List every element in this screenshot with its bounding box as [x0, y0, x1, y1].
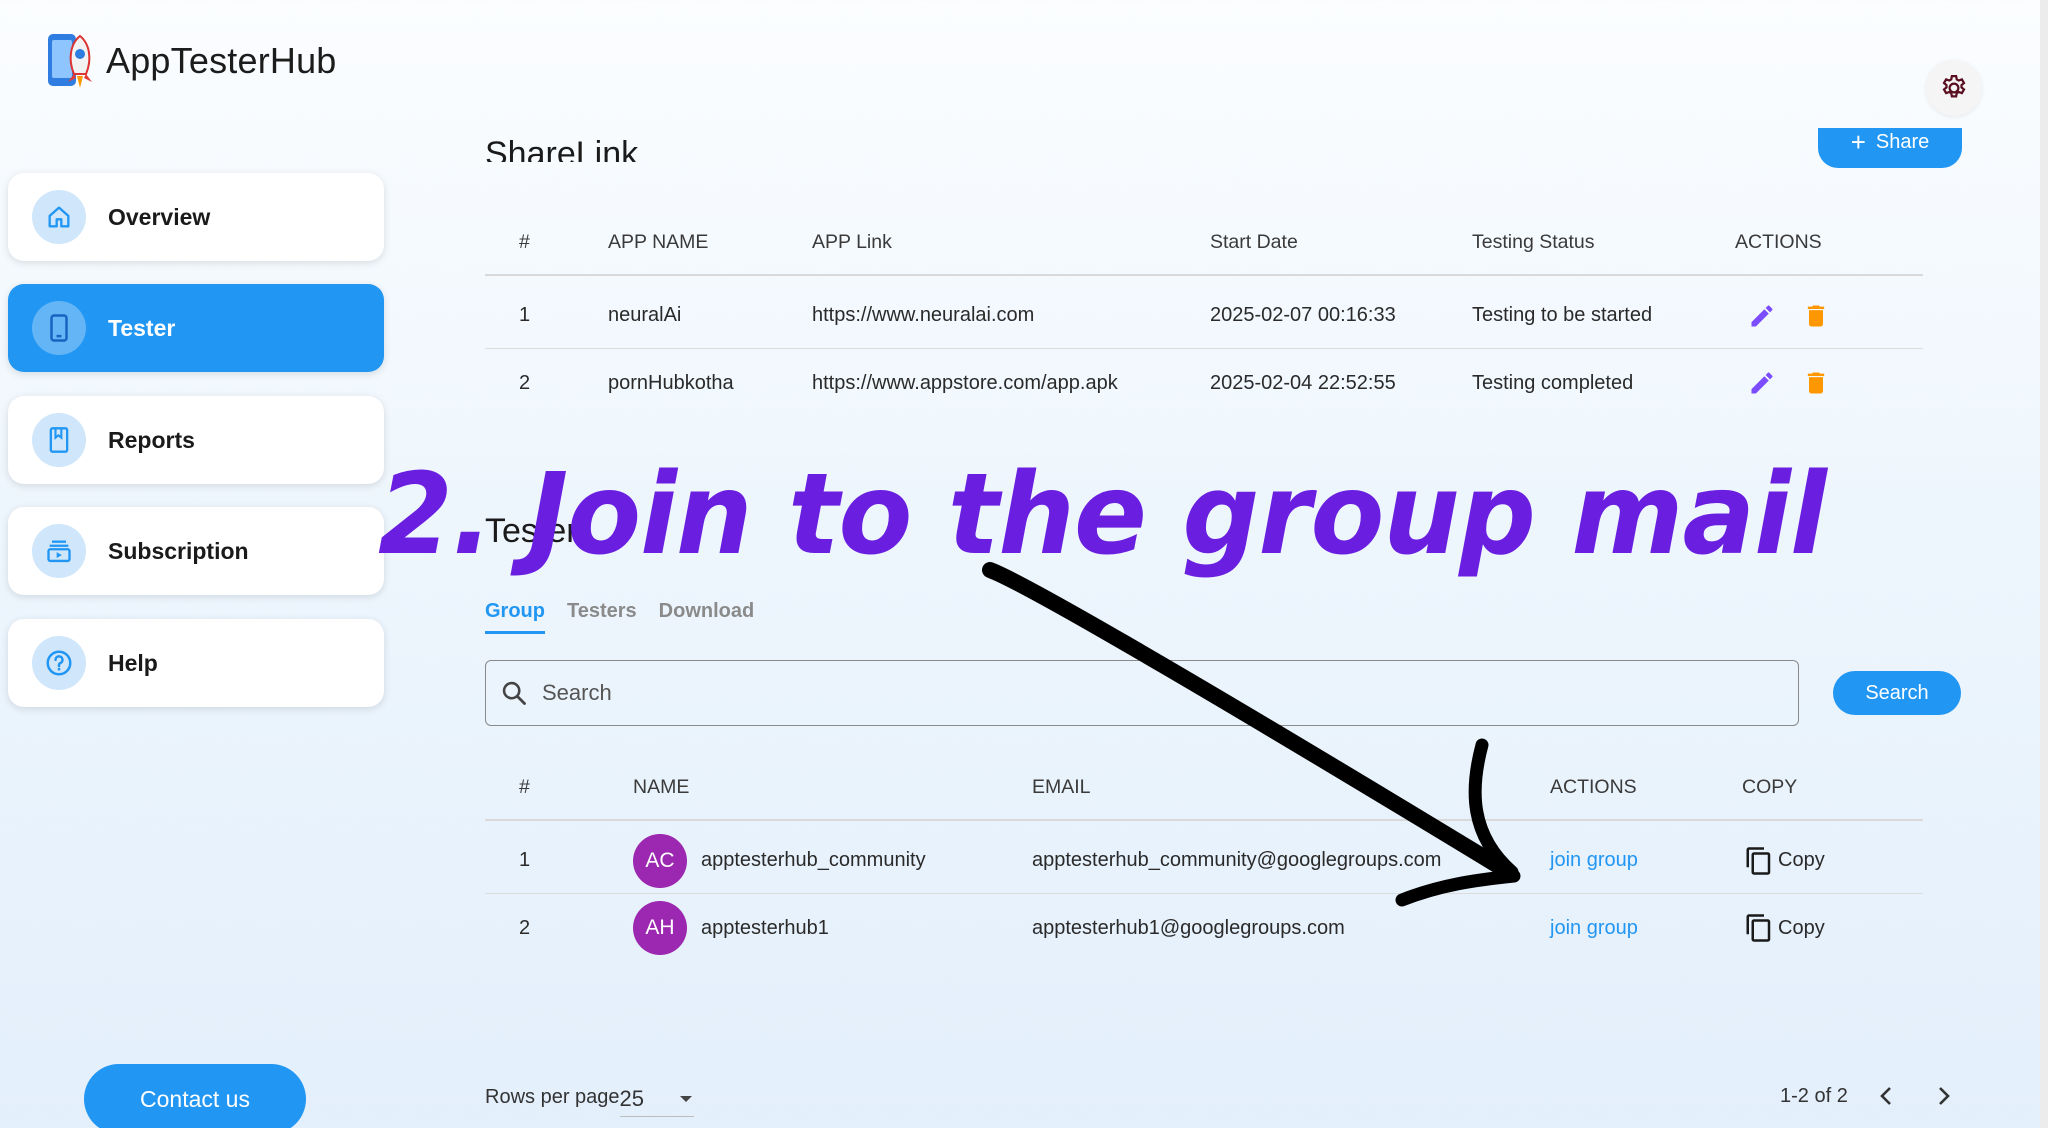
group-name: apptesterhub_community [701, 849, 926, 871]
search-icon [502, 681, 526, 705]
sharelink-title: ShareLink [485, 135, 639, 162]
page-range: 1-2 of 2 [1780, 1084, 1848, 1107]
search-field[interactable] [485, 660, 1799, 726]
sidebar-item-overview[interactable]: Overview [8, 173, 384, 261]
app-name-cell: neuralAi [608, 304, 682, 326]
subscription-icon [32, 524, 86, 578]
tutorial-overlay-text: 2. Join to the group mail [378, 450, 1827, 580]
start-date-cell: 2025-02-07 00:16:33 [1210, 304, 1396, 326]
delete-icon[interactable] [1799, 366, 1833, 400]
sidebar-item-help[interactable]: Help [8, 619, 384, 707]
actions-cell [1745, 283, 1833, 348]
join-group-link[interactable]: join group [1550, 828, 1638, 893]
sharelink-table-header: # APP NAME APP Link Start Date Testing S… [485, 210, 1923, 276]
copy-label: Copy [1778, 849, 1825, 871]
start-date-cell: 2025-02-04 22:52:55 [1210, 371, 1396, 394]
report-icon [32, 413, 86, 467]
avatar: AH [633, 901, 687, 955]
table-row: 1 neuralAi https://www.neuralai.com 2025… [485, 283, 1923, 349]
sidebar-item-label: Subscription [108, 537, 249, 564]
row-number: 2 [519, 371, 531, 394]
row-number: 2 [519, 916, 531, 939]
copy-icon [1746, 914, 1771, 942]
sidebar-item-subscription[interactable]: Subscription [8, 507, 384, 595]
chevron-left-icon [1879, 1087, 1891, 1105]
table-row: 1 AC apptesterhub_community apptesterhub… [485, 828, 1923, 894]
column-header: # [519, 775, 530, 798]
delete-icon[interactable] [1799, 299, 1833, 333]
app-link-cell: https://www.appstore.com/app.apk [812, 371, 1118, 394]
gear-icon [1942, 75, 1966, 98]
rocket-logo-icon [48, 34, 92, 88]
rows-per-page-value: 25 [619, 1086, 645, 1111]
avatar: AC [633, 833, 687, 888]
settings-button[interactable] [1926, 60, 1982, 116]
rows-per-page-label: Rows per page [485, 1086, 620, 1108]
column-header: APP NAME [608, 230, 709, 253]
chevron-right-icon [1938, 1087, 1950, 1105]
row-number: 1 [519, 849, 531, 871]
sidebar-item-tester[interactable]: Tester [8, 284, 384, 372]
column-header: ACTIONS [1735, 230, 1822, 253]
group-table-header: # NAME EMAIL ACTIONS COPY [485, 755, 1923, 821]
sidebar-item-label: Overview [108, 203, 211, 230]
plus-icon: + [1850, 128, 1866, 157]
column-header: APP Link [812, 230, 892, 253]
edit-icon[interactable] [1745, 366, 1779, 400]
share-button[interactable]: + Share [1818, 128, 1962, 168]
rows-per-page: Rows per page 25 [485, 1078, 695, 1117]
group-name-cell: AC apptesterhub_community [633, 828, 926, 893]
email-cell: apptesterhub_community@googlegroups.com [1032, 849, 1442, 871]
rows-per-page-select[interactable]: 25 [619, 1086, 695, 1117]
app-link-cell: https://www.neuralai.com [812, 304, 1035, 326]
copy-label: Copy [1778, 916, 1825, 939]
window-edge [2040, 0, 2048, 1128]
table-row: 2 AH apptesterhub1 apptesterhub1@googleg… [485, 895, 1923, 961]
column-header: # [519, 230, 530, 253]
column-header: ACTIONS [1550, 775, 1637, 798]
app-name: AppTesterHub [106, 40, 337, 81]
join-group-link[interactable]: join group [1550, 895, 1638, 961]
column-header: Testing Status [1472, 230, 1595, 253]
row-number: 1 [519, 304, 531, 326]
tab-group[interactable]: Group [485, 600, 545, 634]
sidebar-item-label: Tester [108, 314, 176, 341]
help-icon [32, 636, 86, 690]
table-row: 2 pornHubkotha https://www.appstore.com/… [485, 350, 1923, 416]
testing-status-cell: Testing completed [1472, 371, 1634, 394]
group-name: apptesterhub1 [701, 916, 829, 939]
phone-icon [32, 301, 86, 355]
column-header: NAME [633, 775, 690, 798]
tab-download[interactable]: Download [659, 600, 755, 634]
copy-button[interactable]: Copy [1744, 895, 1825, 961]
caret-down-icon [680, 1096, 693, 1102]
sidebar-item-label: Help [108, 649, 158, 676]
home-icon [32, 190, 86, 244]
tester-tabs: Group Testers Download [485, 600, 754, 634]
search-input[interactable] [542, 680, 1742, 706]
copy-icon [1746, 846, 1771, 875]
sidebar-item-label: Reports [108, 426, 195, 453]
sidebar-item-reports[interactable]: Reports [8, 396, 384, 484]
copy-button[interactable]: Copy [1744, 828, 1825, 893]
column-header: COPY [1742, 775, 1798, 798]
contact-us-button[interactable]: Contact us [84, 1064, 306, 1128]
column-header: EMAIL [1032, 775, 1091, 798]
column-header: Start Date [1210, 230, 1298, 253]
tab-testers[interactable]: Testers [567, 600, 637, 634]
search-button[interactable]: Search [1833, 671, 1961, 715]
app-name-cell: pornHubkotha [608, 371, 734, 394]
testing-status-cell: Testing to be started [1472, 304, 1653, 326]
share-button-label: Share [1875, 130, 1930, 153]
edit-icon[interactable] [1745, 299, 1779, 333]
group-name-cell: AH apptesterhub1 [633, 895, 829, 961]
brand: AppTesterHub [46, 30, 337, 92]
pagination: 1-2 of 2 [1780, 1078, 1964, 1114]
next-page-button[interactable] [1924, 1078, 1964, 1114]
email-cell: apptesterhub1@googlegroups.com [1032, 916, 1345, 939]
prev-page-button[interactable] [1866, 1078, 1906, 1114]
actions-cell [1745, 350, 1833, 416]
